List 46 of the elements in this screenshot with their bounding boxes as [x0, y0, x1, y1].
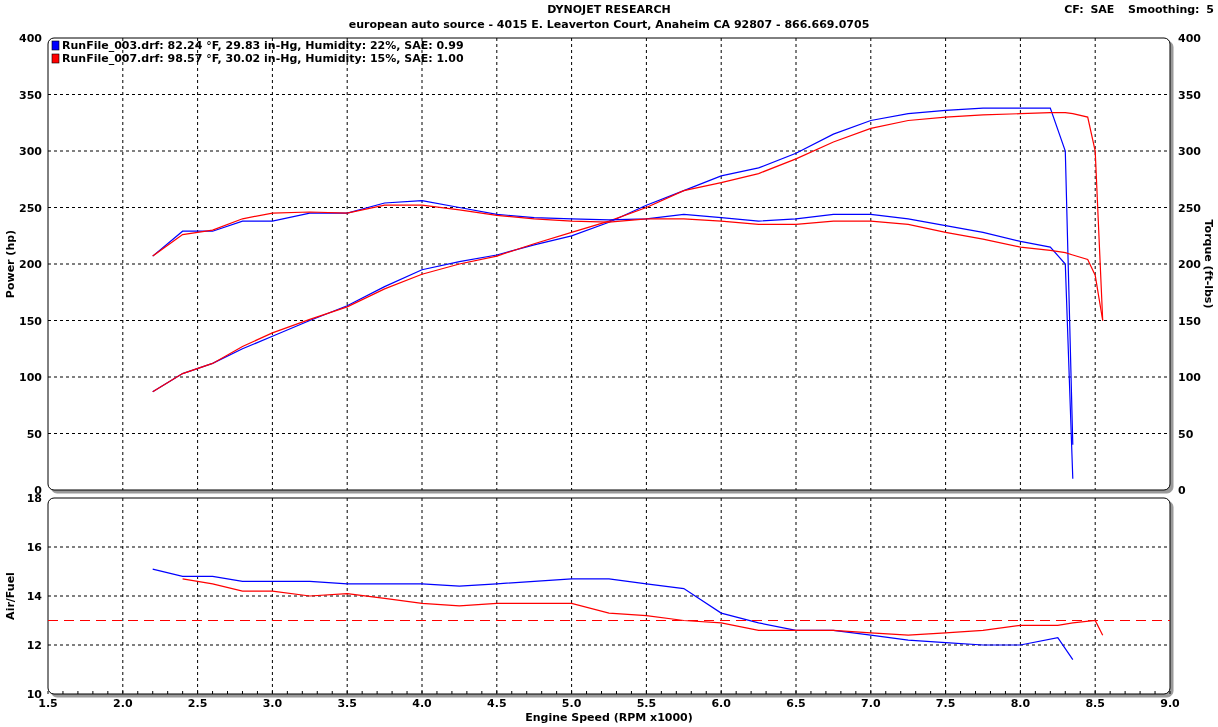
axis-tick-label: 0	[1178, 484, 1186, 494]
axis-tick-label: 6.5	[786, 697, 806, 710]
axis-tick-label: 5.5	[636, 697, 657, 710]
axis-tick-label: 2.5	[187, 697, 208, 710]
axis-tick-label: 8.5	[1085, 697, 1105, 710]
axis-tick-label: 200	[1178, 258, 1201, 271]
axis-tick-label: 200	[19, 258, 42, 271]
axis-tick-label: 4.0	[412, 697, 432, 710]
axis-tick-label: 300	[1178, 145, 1201, 158]
axis-tick-label: 8.0	[1010, 697, 1031, 710]
correction-settings: CF: SAE Smoothing: 5	[1064, 2, 1215, 17]
axis-tick-label: 400	[19, 32, 42, 45]
axis-tick-label: 100	[1178, 371, 1201, 384]
axis-tick-label: 4.5	[487, 697, 507, 710]
axis-tick-label: 14	[26, 590, 42, 603]
axis-tick-label: 16	[26, 541, 42, 554]
axis-tick-label: 5.0	[561, 697, 582, 710]
axis-tick-label: 7.5	[935, 697, 956, 710]
axis-title: Torque (ft-lbs)	[1202, 219, 1215, 309]
axis-tick-label: 7.0	[861, 697, 881, 710]
axis-tick-label: 6.0	[711, 697, 731, 710]
axis-tick-label: 9.0	[1160, 697, 1180, 710]
axis-tick-label: 300	[19, 145, 42, 158]
legend-label: RunFile_003.drf: 82.24 °F, 29.83 in-Hg, Humidity: 22%, SAE: 0.99	[62, 39, 464, 52]
axis-tick-label: 100	[19, 371, 42, 384]
axis-title: Engine Speed (RPM x1000)	[525, 711, 693, 724]
axis-tick-label: 50	[26, 427, 42, 441]
report-subtitle: european auto source - 4015 E. Leaverton Court, Anaheim CA 92807 - 866.669.0705	[347, 17, 871, 32]
axis-tick-label: 250	[1178, 201, 1201, 215]
axis-tick-label: 18	[26, 494, 42, 505]
axis-tick-label: 3.0	[262, 697, 283, 710]
axis-tick-label: 0	[34, 484, 42, 494]
axis-title: Power (hp)	[4, 229, 17, 299]
report-title: DYNOJET RESEARCH	[547, 2, 671, 17]
axis-tick-label: 350	[19, 88, 42, 102]
axis-tick-label: 50	[1178, 427, 1194, 441]
axis-tick-label: 250	[19, 201, 42, 215]
axis-tick-label: 400	[1178, 32, 1201, 45]
axis-tick-label: 12	[26, 639, 42, 652]
legend-label: RunFile_007.drf: 98.57 °F, 30.02 in-Hg, Humidity: 15%, SAE: 1.00	[62, 52, 464, 65]
axis-tick-label: 2.0	[113, 697, 133, 710]
axis-tick-label: 350	[1178, 88, 1201, 102]
axis-tick-label: 3.5	[337, 697, 357, 710]
axis-tick-label: 150	[19, 314, 42, 328]
axis-tick-label: 150	[1178, 314, 1201, 328]
axis-title: Air/Fuel	[4, 572, 17, 620]
